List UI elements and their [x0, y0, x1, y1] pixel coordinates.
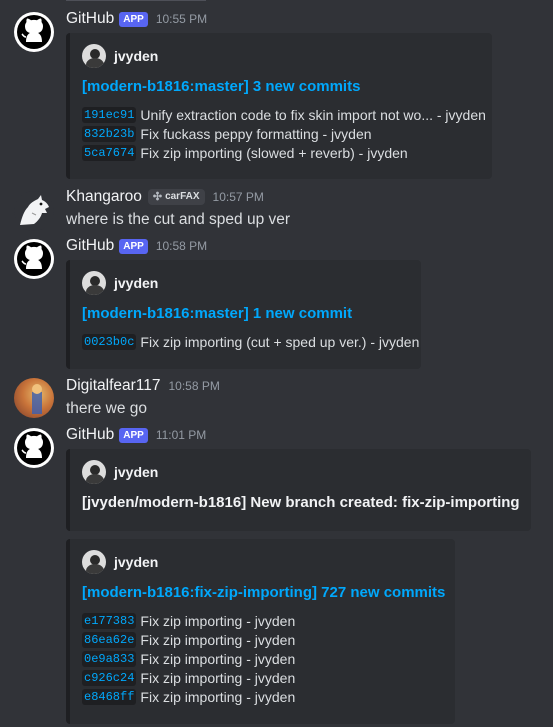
embed-author-name: jvyden: [114, 554, 159, 570]
commit-line: 191ec91 Unify extraction code to fix ski…: [82, 107, 486, 123]
previous-embed-edge: [66, 0, 206, 3]
github-logo-icon: [17, 242, 51, 276]
commit-embed: jvyden [modern-b1816:fix-zip-importing] …: [66, 539, 455, 724]
khangaroo-avatar[interactable]: [14, 191, 54, 231]
server-tag-label: carFAX: [165, 191, 200, 202]
embed-author[interactable]: jvyden: [82, 44, 158, 68]
commit-embed: jvyden [modern-b1816:master] 3 new commi…: [66, 33, 492, 179]
username[interactable]: Digitalfear117: [66, 377, 161, 395]
commit-sha-link[interactable]: e8468ff: [82, 689, 137, 705]
timestamp[interactable]: 11:01 PM: [156, 428, 206, 442]
digitalfear117-avatar[interactable]: [14, 378, 54, 418]
github-avatar[interactable]: [14, 239, 54, 279]
username[interactable]: Khangaroo: [66, 188, 142, 206]
timestamp[interactable]: 10:55 PM: [156, 12, 207, 26]
commit-message: Fix zip importing (slowed + reverb) - jv…: [140, 145, 408, 161]
commit-sha-link[interactable]: e177383: [82, 613, 137, 629]
commit-message: Fix fuckass peppy formatting - jvyden: [140, 126, 372, 142]
timestamp[interactable]: 10:58 PM: [156, 239, 207, 253]
message-text: there we go: [66, 400, 147, 417]
commit-message: Fix zip importing - jvyden: [140, 670, 296, 686]
embed-title-link[interactable]: [modern-b1816:fix-zip-importing] 727 new…: [82, 584, 445, 601]
username[interactable]: GitHub: [66, 10, 114, 28]
author-avatar: [82, 44, 106, 68]
embed-author[interactable]: jvyden: [82, 550, 158, 574]
embed-author[interactable]: jvyden: [82, 460, 158, 484]
embed-author-name: jvyden: [114, 275, 159, 291]
commit-message: Fix zip importing - jvyden: [140, 689, 296, 705]
embed-author-name: jvyden: [114, 464, 159, 480]
commit-line: e177383 Fix zip importing - jvyden: [82, 613, 295, 629]
github-logo-icon: [17, 431, 51, 465]
commit-line: 832b23b Fix fuckass peppy formatting - j…: [82, 126, 372, 142]
timestamp[interactable]: 10:57 PM: [213, 190, 264, 204]
embed-title[interactable]: [jvyden/modern-b1816] New branch created…: [82, 494, 520, 511]
app-badge: APP: [119, 238, 148, 254]
commit-message: Unify extraction code to fix skin import…: [140, 107, 486, 123]
kangaroo-icon: [20, 195, 49, 225]
github-avatar[interactable]: [14, 12, 54, 52]
commit-line: 86ea62e Fix zip importing - jvyden: [82, 632, 295, 648]
commit-sha-link[interactable]: 191ec91: [82, 107, 137, 123]
commit-sha-link[interactable]: 5ca7674: [82, 145, 137, 161]
timestamp[interactable]: 10:58 PM: [169, 379, 220, 393]
commit-message: Fix zip importing - jvyden: [140, 613, 296, 629]
commit-sha-link[interactable]: 86ea62e: [82, 632, 137, 648]
author-avatar: [82, 460, 106, 484]
author-avatar: [82, 550, 106, 574]
embed-title-link[interactable]: [modern-b1816:master] 1 new commit: [82, 305, 352, 322]
github-logo-icon: [17, 15, 51, 49]
commit-message: Fix zip importing (cut + sped up ver.) -…: [140, 334, 420, 350]
embed-author-name: jvyden: [114, 48, 159, 64]
server-tag[interactable]: ✣ carFAX: [147, 189, 205, 205]
commit-sha-link[interactable]: c926c24: [82, 670, 137, 686]
app-badge: APP: [119, 11, 148, 27]
embed-title-link[interactable]: [modern-b1816:master] 3 new commits: [82, 78, 360, 95]
username[interactable]: GitHub: [66, 426, 114, 444]
username[interactable]: GitHub: [66, 237, 114, 255]
commit-embed: jvyden [modern-b1816:master] 1 new commi…: [66, 260, 421, 369]
embed-author[interactable]: jvyden: [82, 271, 158, 295]
commit-message: Fix zip importing - jvyden: [140, 651, 296, 667]
commit-line: c926c24 Fix zip importing - jvyden: [82, 670, 295, 686]
commit-line: 5ca7674 Fix zip importing (slowed + reve…: [82, 145, 408, 161]
commit-sha-link[interactable]: 832b23b: [82, 126, 137, 142]
commit-message: Fix zip importing - jvyden: [140, 632, 296, 648]
branch-embed: jvyden [jvyden/modern-b1816] New branch …: [66, 449, 531, 531]
commit-line: e8468ff Fix zip importing - jvyden: [82, 689, 295, 705]
commit-line: 0e9a833 Fix zip importing - jvyden: [82, 651, 295, 667]
user-photo-icon: [32, 384, 42, 414]
message-text: where is the cut and sped up ver: [66, 211, 291, 228]
commit-sha-link[interactable]: 0e9a833: [82, 651, 137, 667]
commit-sha-link[interactable]: 0023b0c: [82, 334, 137, 350]
app-badge: APP: [119, 427, 148, 443]
sparkle-icon: ✣: [152, 191, 163, 203]
commit-line: 0023b0c Fix zip importing (cut + sped up…: [82, 334, 419, 350]
github-avatar[interactable]: [14, 428, 54, 468]
author-avatar: [82, 271, 106, 295]
